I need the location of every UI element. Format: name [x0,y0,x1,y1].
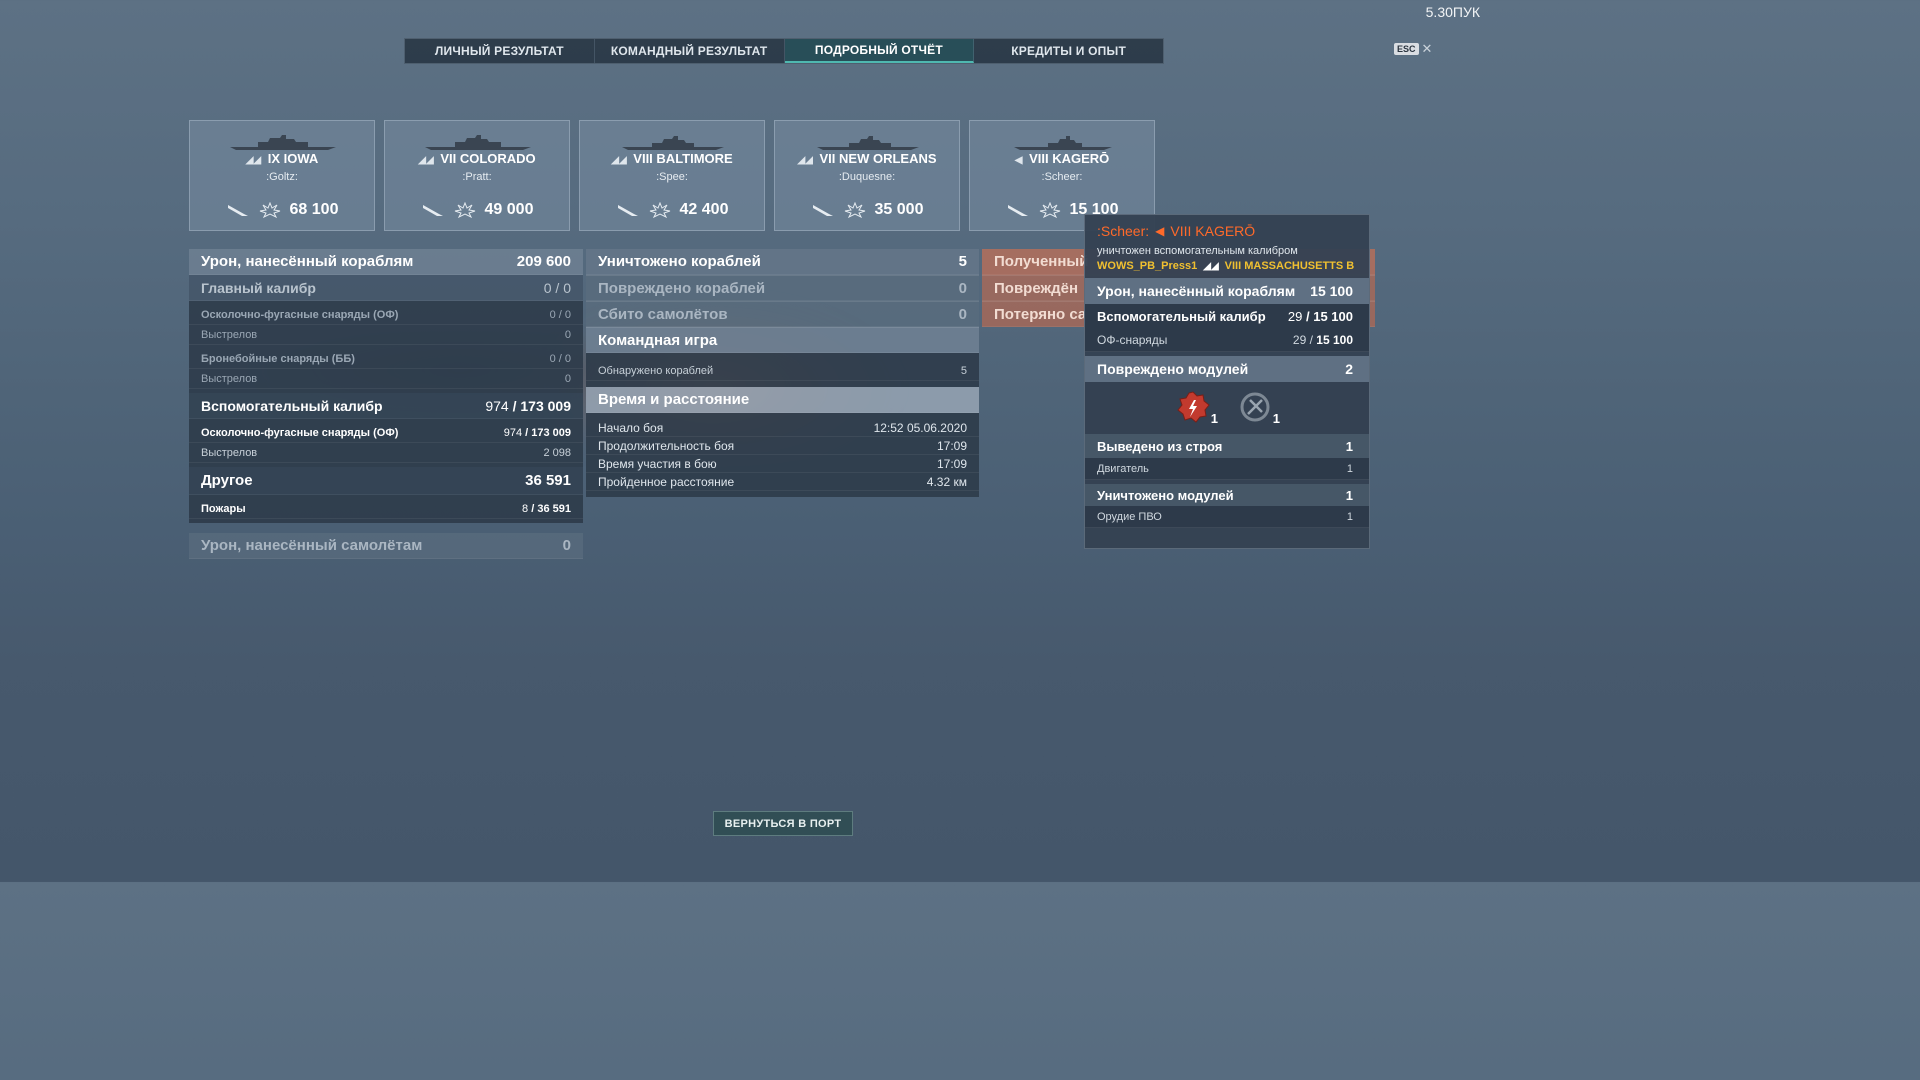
ship-tooltip: :Scheer: ◀ VIII KAGERŌ уничтожен вспомог… [1084,214,1370,549]
ship-name: ◢◢ VIII BALTIMORE [611,151,733,166]
explosion-icon [844,202,865,218]
he-secondary-row: Осколочно-фугасные снаряды (ОФ) 974 / 17… [189,423,583,443]
destroyer-icon: ◀ [1155,224,1165,238]
destroyed-ships-list: ◢◢ IX IOWA :Goltz: 68 100 ◢◢ VII COLORAD… [189,120,1155,231]
tooltip-destroyed-modules-row: Уничтожено модулей 1 [1085,480,1369,506]
cruiser-silhouette-icon [622,136,724,150]
battle-duration-row: Продолжительность боя 17:09 [586,437,979,455]
other-row: Другое 36 591 [189,467,583,495]
tab-personal-result[interactable]: ЛИЧНЫЙ РЕЗУЛЬТАТ [405,39,595,63]
ship-card[interactable]: ◢◢ IX IOWA :Goltz: 68 100 [189,120,375,231]
tab-detailed-report[interactable]: ПОДРОБНЫЙ ОТЧЁТ [784,39,975,63]
shell-icon [1007,205,1028,216]
ship-name: ◢◢ VII NEW ORLEANS [797,151,937,166]
player-name: :Duquesne: [838,171,896,183]
secondary-caliber-row: Вспомогательный калибр 974 / 173 009 [189,393,583,419]
player-name: :Pratt: [462,171,492,183]
return-to-port-button[interactable]: ВЕРНУТЬСЯ В ПОРТ [713,811,853,836]
tooltip-description: уничтожен вспомогательным калибром [1097,245,1298,257]
battleship-icon: ◢◢ [245,155,262,166]
player-name: :Spee: [656,171,688,183]
planes-shot-row: Сбито самолётов 0 [586,301,979,327]
ship-name: ◢◢ IX IOWA [245,151,319,166]
ap-main-shots-row: Выстрелов 0 [189,369,583,389]
results-panel: Уничтожено кораблей 5 Повреждено кораблей… [586,249,979,497]
points-indicator: 5.30ПУК [1425,4,1480,20]
tooltip-disabled-row: Выведено из строя 1 [1085,434,1369,458]
explosion-icon [259,202,280,218]
he-secondary-shots-row: Выстрелов 2 098 [189,443,583,463]
battleship-icon: ◢◢ [418,155,434,166]
battleship-silhouette-icon [230,135,336,150]
esc-close[interactable]: ESC ✕ [1394,41,1432,57]
ship-card[interactable]: ◢◢ VIII BALTIMORE :Spee: 42 400 [579,120,765,231]
shell-icon [812,205,833,216]
ship-name: ◢◢ VII COLORADO [418,151,536,166]
player-name: :Goltz: [266,171,298,183]
damage-ships-row: Урон, нанесённый кораблям 209 600 [189,249,583,275]
he-main-row: Осколочно-фугасные снаряды (ОФ) 0 / 0 [189,305,583,325]
tooltip-killer: WOWS_PB_Press1 ◢◢ VIII MASSACHUSETTS B [1097,260,1355,272]
close-icon[interactable]: ✕ [1422,41,1433,57]
he-main-shots-row: Выстрелов 0 [189,325,583,345]
participation-row: Время участия в бою 17:09 [586,455,979,473]
aa-gun-module-icon: 1 [1238,390,1280,426]
tooltip-aa-gun-row: Орудие ПВО 1 [1085,506,1369,528]
damage-value: 35 000 [874,201,924,218]
module-icons: 1 1 [1085,382,1369,434]
shell-icon [422,205,443,216]
ap-main-row: Бронебойные снаряды (ББ) 0 / 0 [189,349,583,369]
tooltip-damage-row: Урон, нанесённый кораблям 15 100 [1085,278,1369,304]
main-caliber-row: Главный калибр 0 / 0 [189,275,583,301]
ship-name: ◀ VIII KAGERŌ [1014,151,1110,166]
explosion-icon [454,202,475,218]
shell-icon [227,205,248,216]
tooltip-secondary-row: Вспомогательный калибр 29 / 15 100 [1085,304,1369,328]
tab-credits-xp[interactable]: КРЕДИТЫ И ОПЫТ [974,39,1163,63]
damaged-row: Повреждено кораблей 0 [586,275,979,301]
damage-value: 68 100 [289,201,339,218]
damage-planes-row: Урон, нанесённый самолётам 0 [189,533,583,559]
result-tabs: ЛИЧНЫЙ РЕЗУЛЬТАТ КОМАНДНЫЙ РЕЗУЛЬТАТ ПОД… [404,38,1164,64]
battleship-silhouette-icon [425,135,531,150]
tooltip-he-row: ОФ-снаряды 29 / 15 100 [1085,328,1369,352]
tooltip-title: :Scheer: ◀ VIII KAGERŌ [1097,223,1256,239]
tooltip-modules-damaged-row: Повреждено модулей 2 [1085,356,1369,382]
destroyer-silhouette-icon [1014,136,1112,150]
battle-start-row: Начало боя 12:52 05.06.2020 [586,419,979,437]
explosion-icon [649,202,670,218]
damage-panel: Урон, нанесённый кораблям 209 600 Главный… [189,249,583,559]
damage-value: 42 400 [679,201,729,218]
battleship-icon: ◢◢ [1203,260,1219,272]
cruiser-silhouette-icon [817,136,919,150]
destroyed-row: Уничтожено кораблей 5 [586,249,979,275]
engine-module-icon: 1 [1176,390,1218,426]
player-name: :Scheer: [1041,171,1083,183]
explosion-icon [1039,202,1060,218]
time-distance-header: Время и расстояние [586,387,979,413]
shell-icon [617,205,638,216]
team-play-header: Командная игра [586,327,979,353]
cruiser-icon: ◢◢ [611,155,627,166]
spotted-row: Обнаружено кораблей 5 [586,361,979,381]
esc-key-label[interactable]: ESC [1394,43,1419,55]
distance-row: Пройденное расстояние 4.32 км [586,473,979,491]
fires-row: Пожары 8 / 36 591 [189,499,583,519]
tab-team-result[interactable]: КОМАНДНЫЙ РЕЗУЛЬТАТ [595,39,785,63]
cruiser-icon: ◢◢ [797,155,813,166]
damage-value: 49 000 [484,201,534,218]
ship-card[interactable]: ◢◢ VII NEW ORLEANS :Duquesne: 35 000 [774,120,960,231]
destroyer-icon: ◀ [1014,155,1023,166]
ship-card[interactable]: ◢◢ VII COLORADO :Pratt: 49 000 [384,120,570,231]
tooltip-engine-row: Двигатель 1 [1085,458,1369,480]
